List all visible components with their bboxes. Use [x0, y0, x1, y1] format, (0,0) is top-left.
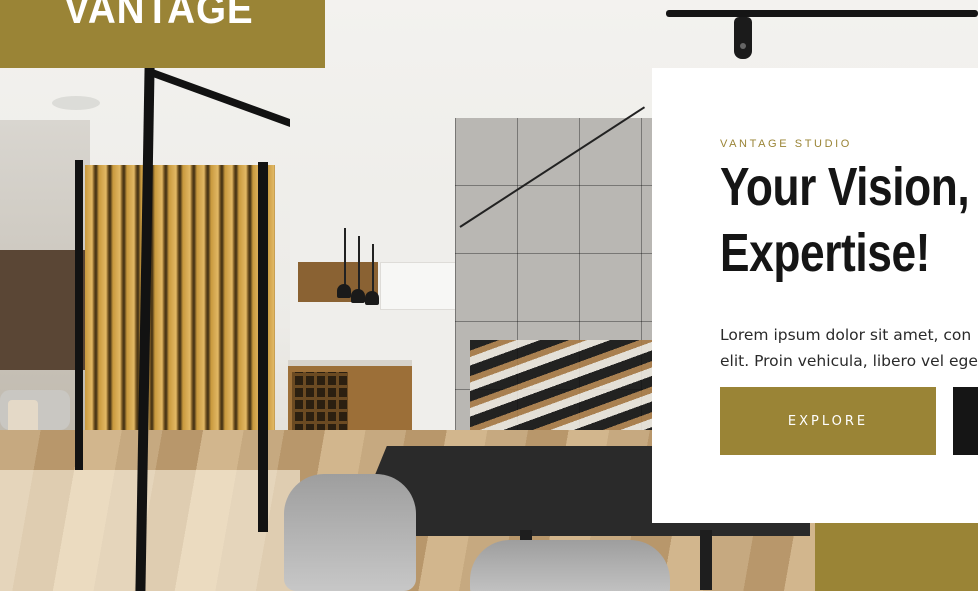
logo-block[interactable]: VANTAGE [0, 0, 325, 68]
hero-card: VANTAGE STUDIO Your Vision, O Expertise!… [652, 68, 978, 523]
dining-chair [470, 540, 670, 591]
secondary-button[interactable] [953, 387, 978, 455]
wood-wall [0, 250, 85, 370]
logo-text[interactable]: VANTAGE [64, 0, 254, 30]
hero-headline: Your Vision, O Expertise! [720, 154, 978, 286]
hero-description: Lorem ipsum dolor sit amet, con elit. Pr… [720, 322, 978, 374]
eyebrow-label: VANTAGE STUDIO [720, 138, 852, 150]
description-line-1: Lorem ipsum dolor sit amet, con [720, 326, 972, 344]
description-line-2: elit. Proin vehicula, libero vel ege [720, 352, 978, 370]
ceiling-light [52, 96, 100, 110]
wine-rack [292, 372, 348, 436]
headline-line-2: Expertise! [720, 223, 931, 283]
dining-chair [284, 474, 416, 591]
glass-door-frame [75, 160, 83, 470]
headline-line-1: Your Vision, O [720, 157, 978, 217]
pendant-lamp-icon [365, 291, 379, 305]
sunlight-patch [0, 470, 300, 591]
table-leg [700, 530, 712, 590]
accent-block [815, 520, 978, 591]
track-light-rail [666, 10, 978, 17]
pendant-cord [358, 236, 360, 292]
spotlight-icon [734, 17, 752, 59]
pendant-lamp-icon [337, 284, 351, 298]
pendant-cord [372, 244, 374, 294]
glass-door-frame [258, 162, 268, 532]
explore-button[interactable]: EXPLORE [720, 387, 936, 455]
pendant-lamp-icon [351, 289, 365, 303]
glass-door-frame [150, 68, 290, 127]
upper-cabinet-white [380, 262, 460, 310]
wood-slat-wall [85, 165, 275, 470]
pendant-cord [344, 228, 346, 286]
